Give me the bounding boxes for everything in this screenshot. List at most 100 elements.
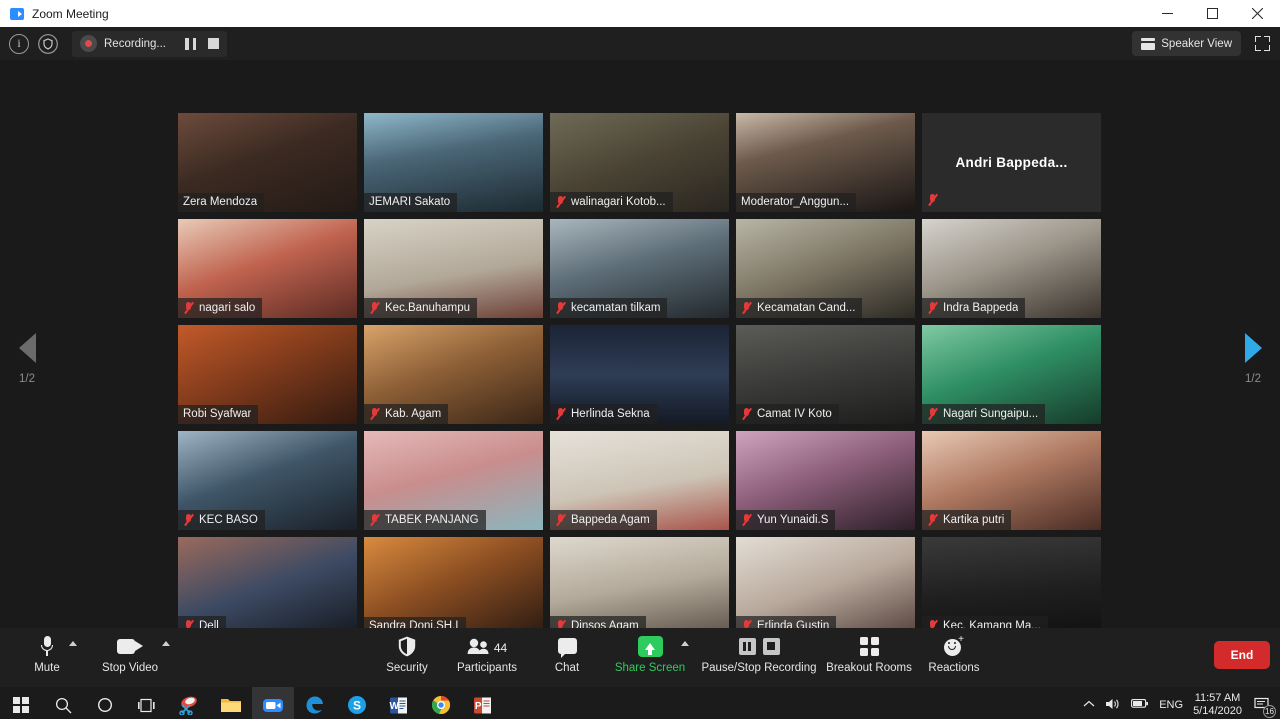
minimize-button[interactable] [1145,0,1190,27]
volume-icon[interactable] [1105,697,1121,714]
participant-tile[interactable]: TABEK PANJANG [364,431,543,530]
participant-tile[interactable]: Kab. Agam [364,325,543,424]
chrome-icon[interactable] [420,687,462,719]
participant-name-chip: Kec.Banuhampu [364,298,478,318]
participant-tile[interactable]: walinagari Kotob... [550,113,729,212]
participant-name-chip: Herlinda Sekna [550,404,657,424]
participant-name: Camat IV Koto [757,407,832,420]
participant-name: kecamatan tilkam [571,301,661,314]
participant-tile[interactable]: Dinsos Agam [550,537,729,628]
participant-tile[interactable]: Erlinda Gustin [736,537,915,628]
participant-tile[interactable]: Kec.Banuhampu [364,219,543,318]
chevron-up-icon[interactable] [1083,699,1095,711]
participant-name-chip: walinagari Kotob... [550,192,673,212]
participant-tile[interactable]: Kartika putri [922,431,1101,530]
participant-name: Kec. Kamang Ma... [943,619,1041,629]
participant-tile[interactable]: Dell [178,537,357,628]
chat-bubble-icon [557,638,577,658]
snip-sketch-icon[interactable] [168,687,210,719]
language-indicator[interactable]: ENG [1159,699,1183,711]
muted-microphone-icon [369,301,380,314]
shield-icon[interactable] [38,33,58,54]
zoom-icon[interactable] [252,687,294,719]
participant-tile[interactable]: Andri Bappeda... [922,113,1101,212]
participant-name: Sandra Doni,SH.I [369,620,459,628]
participant-video [550,537,729,628]
participant-name: JEMARI Sakato [369,196,451,208]
share-options-caret-icon[interactable] [681,641,689,646]
search-icon[interactable] [42,687,84,719]
stop-icon[interactable] [208,38,220,49]
skype-icon[interactable]: S [336,687,378,719]
edge-icon[interactable] [294,687,336,719]
prev-page-label: 1/2 [19,373,35,385]
participant-tile[interactable]: Kecamatan Cand... [736,219,915,318]
record-dot-icon [80,35,97,52]
participant-tile[interactable]: nagari salo [178,219,357,318]
maximize-button[interactable] [1190,0,1235,27]
notification-count: 16 [1263,705,1276,718]
powerpoint-icon[interactable]: P [462,687,504,719]
recording-indicator: Recording... [72,30,228,57]
participant-tile[interactable]: Moderator_Anggun... [736,113,915,212]
next-page-button[interactable]: 1/2 [1227,333,1279,385]
participant-tile[interactable]: Sandra Doni,SH.I [364,537,543,628]
participant-name-chip: nagari salo [178,298,263,318]
pause-stop-recording-button[interactable]: Pause/Stop Recording [694,633,824,674]
participant-tile[interactable]: Herlinda Sekna [550,325,729,424]
participant-tile[interactable]: JEMARI Sakato [364,113,543,212]
end-meeting-button[interactable]: End [1214,641,1270,669]
chat-button[interactable]: Chat [520,633,614,674]
previous-page-button[interactable]: 1/2 [1,333,53,385]
participant-video [922,537,1101,628]
participant-tile[interactable]: kecamatan tilkam [550,219,729,318]
participant-tile[interactable]: Indra Bappeda [922,219,1101,318]
video-options-caret-icon[interactable] [162,641,170,646]
clock[interactable]: 11:57 AM 5/14/2020 [1193,692,1242,718]
info-icon[interactable]: i [9,33,29,54]
close-button[interactable] [1235,0,1280,27]
reactions-button[interactable]: + Reactions [907,633,1001,675]
pause-icon[interactable] [185,37,197,50]
participant-tile[interactable]: Nagari Sungaipu... [922,325,1101,424]
muted-microphone-icon [555,513,566,526]
meeting-toolbar: Mute Stop Video Security 44 Participants… [0,628,1280,687]
word-icon[interactable]: W [378,687,420,719]
participant-name-chip: Yun Yunaidi.S [736,510,836,530]
audio-options-caret-icon[interactable] [69,641,77,646]
battery-icon[interactable] [1131,698,1149,712]
file-explorer-icon[interactable] [210,687,252,719]
next-page-label: 1/2 [1245,373,1261,385]
share-screen-icon [637,635,663,657]
muted-microphone-icon [927,193,938,206]
windows-start-icon[interactable] [0,687,42,719]
participant-tile[interactable]: Kec. Kamang Ma... [922,537,1101,628]
notification-icon[interactable]: 16 [1252,694,1276,718]
participant-name: Dell [199,619,219,629]
share-screen-button[interactable]: Share Screen [603,633,697,674]
participant-name: Indra Bappeda [943,301,1019,314]
speaker-view-button[interactable]: Speaker View [1132,31,1241,56]
task-view-icon[interactable] [126,687,168,719]
participant-name-chip: Kec. Kamang Ma... [922,616,1048,628]
participant-name-chip: Zera Mendoza [178,193,265,212]
participant-name: Yun Yunaidi.S [757,513,829,526]
participant-name-chip: Dell [178,616,226,628]
zoom-video-icon [10,7,24,20]
participant-tile[interactable]: Zera Mendoza [178,113,357,212]
participant-name: Herlinda Sekna [571,407,650,420]
mute-button[interactable]: Mute [0,633,94,674]
participant-tile[interactable]: Robi Syafwar [178,325,357,424]
stop-video-button[interactable]: Stop Video [83,633,177,674]
participant-tile[interactable]: Camat IV Koto [736,325,915,424]
participant-name-chip: kecamatan tilkam [550,298,668,318]
fullscreen-icon[interactable] [1255,36,1270,51]
participant-tile[interactable]: Yun Yunaidi.S [736,431,915,530]
participant-tile[interactable]: KEC BASO [178,431,357,530]
system-tray: ENG 11:57 AM 5/14/2020 16 [1083,687,1280,719]
participant-name: Kecamatan Cand... [757,301,856,314]
cortana-icon[interactable] [84,687,126,719]
participant-name: Dinsos Agam [571,619,639,629]
breakout-rooms-button[interactable]: Breakout Rooms [822,633,916,674]
participant-tile[interactable]: Bappeda Agam [550,431,729,530]
